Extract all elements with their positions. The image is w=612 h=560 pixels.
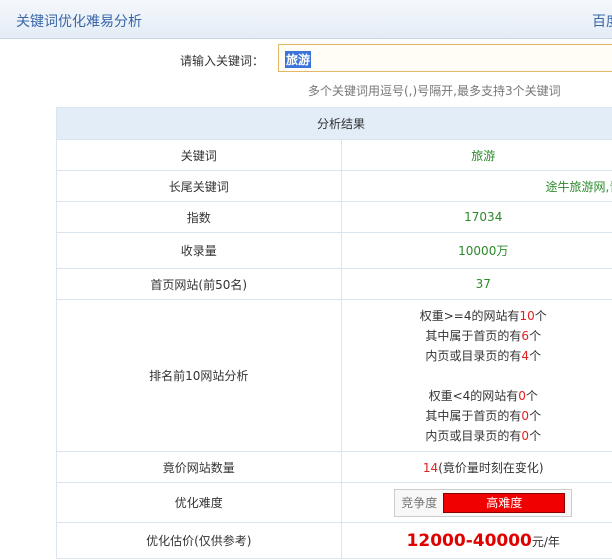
rank-line: 其中属于首页的有6个 xyxy=(425,328,542,343)
longtail-value: 途牛旅游网,青岛旅游攻略,厦门旅游攻略 xyxy=(340,170,612,202)
table-row: 竟价网站数量 14(竟价量时刻在变化) xyxy=(56,451,612,483)
table-header-row: 分析结果 xyxy=(56,107,612,140)
table-row: 关键词 旅游 xyxy=(56,139,612,171)
row-label: 竟价网站数量 xyxy=(56,451,342,483)
table-row: 收录量 10000万 xyxy=(56,232,612,269)
difficulty-level: 高难度 xyxy=(443,493,566,513)
price-value: 12000-40000 xyxy=(406,530,532,551)
page-title: 关键词优化难易分析 xyxy=(16,14,142,30)
rank-line: 权重>=4的网站有10个 xyxy=(419,308,547,323)
analysis-table: 分析结果 关键词 旅游 长尾关键词 途牛旅游网,青岛旅游攻略,厦门旅游攻略 指数… xyxy=(56,107,612,559)
keyword-input[interactable]: 旅游 xyxy=(278,44,612,72)
row-label: 首页网站(前50名) xyxy=(56,268,342,300)
difficulty-cell: 竞争度 高难度 xyxy=(340,482,612,523)
row-label: 长尾关键词 xyxy=(56,170,342,202)
table-caption: 分析结果 xyxy=(56,107,612,140)
rank-line: 权重<4的网站有0个 xyxy=(428,388,538,403)
indexed-value: 10000万 xyxy=(340,232,612,269)
search-row: 请输入关键词： 旅游 xyxy=(0,44,612,76)
keyword-value: 旅游 xyxy=(340,139,612,171)
price-cell: 12000-40000元/年 xyxy=(340,522,612,559)
rank-line: 内页或目录页的有4个 xyxy=(425,348,542,363)
table-row: 排名前10网站分析 权重>=4的网站有10个 其中属于首页的有6个 内页或目录页… xyxy=(56,299,612,452)
keyword-hint: 多个关键词用逗号(,)号隔开,最多支持3个关键词 xyxy=(308,84,561,98)
homepage-value: 37 xyxy=(340,268,612,300)
rank-line: 内页或目录页的有0个 xyxy=(425,428,542,443)
table-row: 首页网站(前50名) 37 xyxy=(56,268,612,300)
table-row: 长尾关键词 途牛旅游网,青岛旅游攻略,厦门旅游攻略 xyxy=(56,170,612,202)
rank-line: 其中属于首页的有0个 xyxy=(425,408,542,423)
row-label: 收录量 xyxy=(56,232,342,269)
header-bar: 关键词优化难易分析 百度 xyxy=(0,0,612,39)
table-row: 优化难度 竞争度 高难度 xyxy=(56,482,612,523)
difficulty-meter: 竞争度 高难度 xyxy=(394,488,573,517)
header-right-link[interactable]: 百度 xyxy=(592,11,612,31)
table-row: 优化估价(仅供参考) 12000-40000元/年 xyxy=(56,522,612,559)
index-value: 17034 xyxy=(340,201,612,233)
price-unit: 元/年 xyxy=(531,534,560,549)
row-label: 关键词 xyxy=(56,139,342,171)
top10-analysis: 权重>=4的网站有10个 其中属于首页的有6个 内页或目录页的有4个 权重<4的… xyxy=(340,299,612,452)
row-label: 优化难度 xyxy=(56,482,342,523)
row-label: 指数 xyxy=(56,201,342,233)
row-label: 排名前10网站分析 xyxy=(56,299,342,452)
table-row: 指数 17034 xyxy=(56,201,612,233)
keyword-input-label: 请输入关键词： xyxy=(180,54,265,68)
keyword-input-value[interactable]: 旅游 xyxy=(285,51,312,68)
bidding-value: 14(竟价量时刻在变化) xyxy=(340,451,612,483)
meter-label: 竞争度 xyxy=(401,495,438,510)
row-label: 优化估价(仅供参考) xyxy=(56,522,342,559)
